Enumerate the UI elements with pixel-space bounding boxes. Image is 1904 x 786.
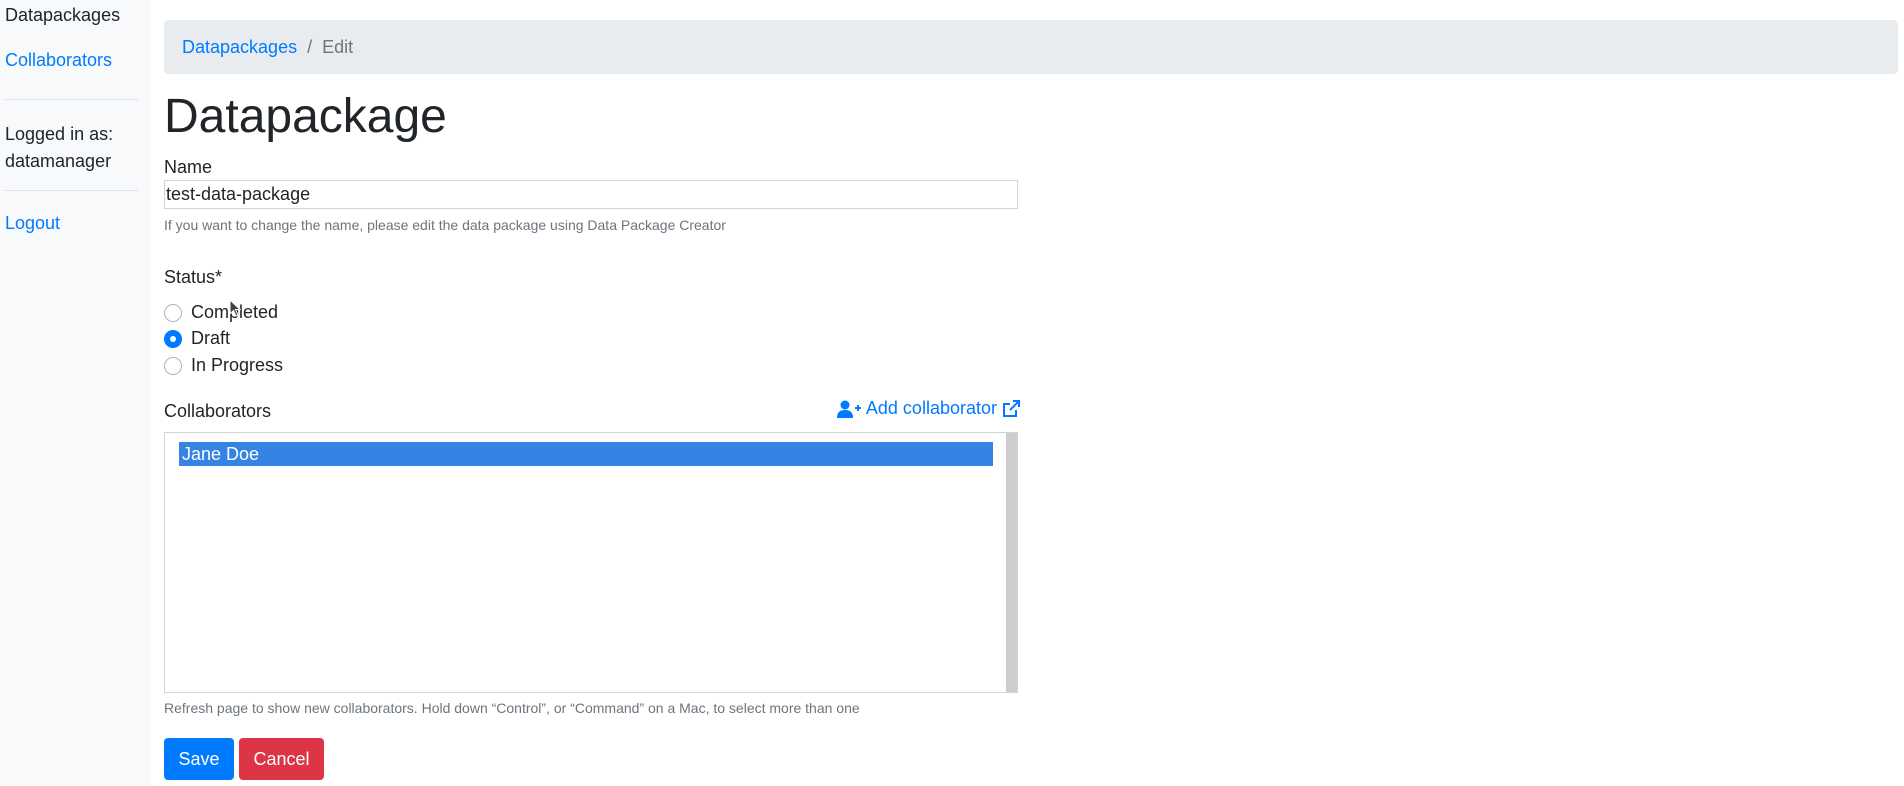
save-button[interactable]: Save [164, 738, 234, 780]
name-field[interactable] [164, 180, 1018, 209]
logout-link[interactable]: Logout [5, 212, 60, 234]
add-collaborator-label: Add collaborator [865, 398, 997, 418]
cancel-button[interactable]: Cancel [239, 738, 324, 780]
collaborators-select[interactable]: Jane Doe [164, 432, 1018, 693]
collaborator-option[interactable]: Jane Doe [179, 442, 993, 466]
sidebar-divider [5, 190, 138, 191]
status-option-completed[interactable]: Completed [164, 302, 278, 323]
logged-in-info: Logged in as: datamanager [5, 121, 113, 175]
main-content: Datapackage Name If you want to change t… [164, 84, 1020, 780]
sidebar-divider [5, 99, 138, 100]
status-label: Status* [164, 267, 223, 287]
collaborators-label: Collaborators [164, 401, 272, 421]
sidebar-item-collaborators[interactable]: Collaborators [5, 49, 112, 71]
status-option-label: In Progress [191, 355, 284, 375]
radio-checked-icon[interactable] [164, 329, 182, 348]
logged-in-label: Logged in as: [5, 124, 114, 144]
breadcrumb-datapackages-link[interactable]: Datapackages [182, 37, 297, 58]
add-collaborator-link[interactable]: Add collaborator [836, 398, 1020, 419]
breadcrumb: Datapackages / Edit [164, 20, 1898, 74]
username: datamanager [5, 151, 112, 171]
radio-unchecked-icon[interactable] [164, 356, 182, 375]
listbox-scrollbar[interactable] [1006, 433, 1017, 692]
radio-unchecked-icon[interactable] [164, 303, 182, 322]
breadcrumb-separator: / [307, 36, 313, 57]
status-option-label: Draft [191, 328, 231, 348]
sidebar: Datapackages Collaborators Logged in as:… [0, 0, 150, 786]
sidebar-item-datapackages: Datapackages [5, 5, 121, 25]
collaborators-help-text: Refresh page to show new collaborators. … [164, 700, 860, 716]
status-option-draft[interactable]: Draft [164, 328, 230, 349]
breadcrumb-current: Edit [322, 36, 354, 57]
user-plus-icon [836, 400, 861, 418]
name-label: Name [164, 157, 213, 177]
mouse-cursor-icon [229, 298, 242, 322]
name-help-text: If you want to change the name, please e… [164, 217, 726, 233]
external-link-icon [1002, 399, 1020, 418]
status-option-in-progress[interactable]: In Progress [164, 355, 283, 376]
page-title: Datapackage [164, 90, 447, 143]
